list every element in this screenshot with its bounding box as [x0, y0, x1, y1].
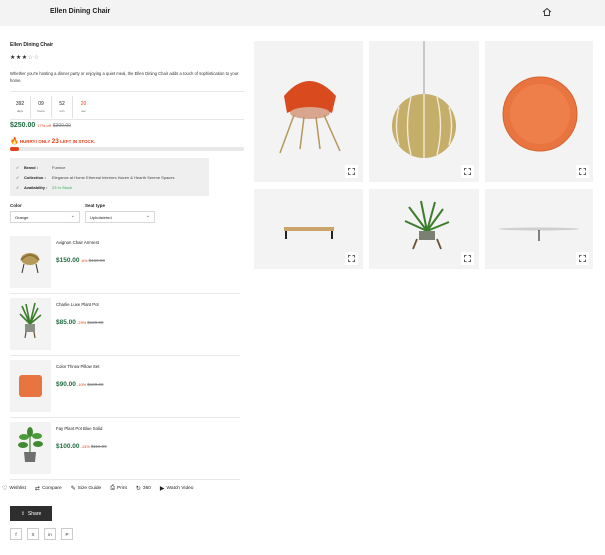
countdown-minutes: 52 min	[52, 96, 73, 118]
current-price: $250.00	[10, 122, 36, 129]
stock-progress-fill	[10, 147, 20, 151]
product-thumbnail[interactable]	[10, 298, 51, 350]
gallery-image-chair[interactable]	[254, 41, 363, 182]
price-row: $250.00 17% off $300.00	[10, 122, 71, 129]
expand-icon[interactable]	[461, 165, 474, 178]
check-icon: ✓	[16, 164, 20, 170]
gallery-image-pendant-lamp[interactable]	[369, 41, 479, 182]
countdown-hours: 09 hours	[31, 96, 52, 118]
color-select[interactable]: Orange ⌄	[10, 211, 80, 223]
product-meta: ✓ Brand : Furnice ✓ Collection : Elegance at…	[10, 158, 209, 196]
product-thumbnail[interactable]	[10, 422, 51, 474]
share-icon: ⇪	[20, 510, 25, 517]
seat-type-select[interactable]: Upholstered ⌄	[85, 211, 155, 223]
print-button[interactable]: ⎙ Print	[110, 485, 127, 492]
check-icon: ✓	[16, 184, 20, 190]
stock-urgency: 🔥HURRY! ONLY 23 LEFT IN STOCK.	[10, 138, 96, 145]
expand-icon[interactable]	[576, 165, 589, 178]
divider	[10, 91, 244, 92]
view-360-button[interactable]: ↻ 360	[136, 485, 151, 492]
linkedin-icon[interactable]: in	[44, 528, 56, 540]
fire-icon: 🔥	[10, 138, 19, 145]
star-outline-icon: ☆	[33, 55, 40, 61]
meta-collection: ✓ Collection : Elegance at Home Ethereal I…	[16, 174, 175, 180]
product-actions: ♡ Wishlist ⇄ Compare ✎ Size Guide ⎙ Print ↻ 3…	[2, 485, 193, 492]
countdown-seconds: 20 sec	[80, 101, 87, 113]
stock-progress-bar	[10, 147, 244, 151]
watch-video-button[interactable]: ▶ Watch Video	[160, 485, 194, 492]
seat-type-label: Seat type	[85, 203, 106, 208]
related-item[interactable]: Color Throw Pillow Set $90.00-10%$100.00	[10, 356, 240, 418]
divider	[10, 119, 244, 120]
expand-icon[interactable]	[461, 252, 474, 265]
related-item-name[interactable]: Fay Plant Pot Blue Solid	[56, 426, 102, 431]
related-item-name[interactable]: Charlie Luxe Plant Pot	[56, 302, 99, 307]
heart-icon: ♡	[2, 486, 8, 492]
gallery-image-table[interactable]	[485, 189, 593, 269]
divider	[10, 479, 240, 480]
pinterest-icon[interactable]: P	[61, 528, 73, 540]
chevron-down-icon: ⌄	[70, 213, 75, 219]
discount-badge: 17% off	[37, 123, 51, 128]
compare-icon: ⇄	[34, 486, 40, 492]
play-icon: ▶	[159, 486, 165, 492]
expand-icon[interactable]	[345, 165, 358, 178]
related-item-name[interactable]: Avignon Chair Armrest	[56, 240, 99, 245]
related-item-name[interactable]: Color Throw Pillow Set	[56, 364, 99, 369]
expand-icon[interactable]	[345, 252, 358, 265]
product-description: Whether you're hosting a dinner party or…	[10, 71, 239, 83]
product-title: Ellen Dining Chair	[10, 42, 54, 48]
old-price: $300.00	[52, 123, 71, 129]
share-button[interactable]: ⇪ Share	[10, 506, 52, 521]
rating-stars: ★★★☆☆	[10, 54, 39, 61]
compare-button[interactable]: ⇄ Compare	[35, 485, 62, 492]
countdown-days: 392 days	[10, 96, 31, 118]
gallery-image-bench[interactable]	[254, 189, 363, 269]
size-guide-button[interactable]: ✎ Size Guide	[71, 485, 102, 492]
facebook-icon[interactable]: f	[10, 528, 22, 540]
meta-brand: ✓ Brand : Furnice	[16, 164, 66, 170]
chevron-down-icon: ⌄	[145, 213, 150, 219]
color-label: Color	[10, 203, 22, 208]
related-item[interactable]: Charlie Luxe Plant Pot $85.00-29%$120.00	[10, 294, 240, 356]
gallery-image-plant-stand[interactable]	[369, 189, 479, 269]
social-links: f X in P	[10, 528, 73, 540]
print-icon: ⎙	[110, 485, 115, 491]
product-thumbnail[interactable]	[10, 360, 51, 412]
countdown-timer: 392 days 09 hours 52 min 20 sec	[10, 96, 94, 118]
related-item[interactable]: Fay Plant Pot Blue Solid $100.00-13%$115…	[10, 418, 240, 480]
check-icon: ✓	[16, 174, 20, 180]
x-twitter-icon[interactable]: X	[27, 528, 39, 540]
rotate-icon: ↻	[135, 486, 141, 492]
related-item[interactable]: Avignon Chair Armrest $150.00-6%$160.00	[10, 232, 240, 294]
wishlist-button[interactable]: ♡ Wishlist	[2, 485, 26, 492]
expand-icon[interactable]	[576, 252, 589, 265]
top-bar: Ellen Dining Chair	[0, 0, 605, 26]
product-thumbnail[interactable]	[10, 236, 51, 288]
home-icon[interactable]	[542, 7, 552, 17]
gallery-image-plate[interactable]	[485, 41, 593, 182]
header-title: Ellen Dining Chair	[50, 8, 111, 15]
ruler-icon: ✎	[70, 486, 76, 492]
meta-availability: ✓ Availability :23 In Stock	[16, 184, 73, 190]
